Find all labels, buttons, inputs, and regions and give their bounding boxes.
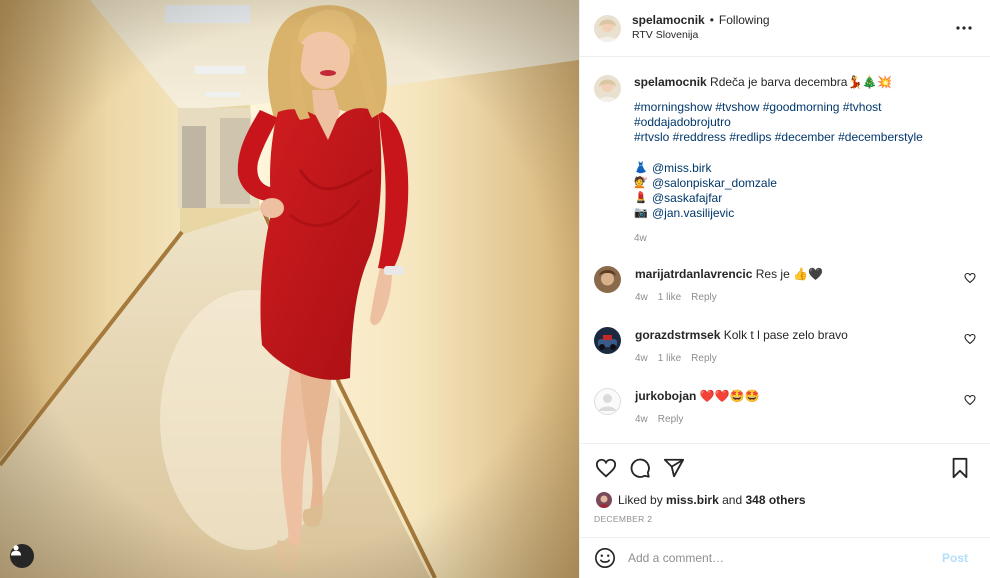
comment-bubble-icon [630, 458, 650, 478]
lipstick-emoji-icon: 💄 [634, 192, 648, 204]
author-username[interactable]: spelamocnik [632, 13, 705, 27]
default-avatar-image [594, 388, 621, 415]
comment-age[interactable]: 4w [635, 414, 648, 425]
credit-row: 💇 @salonpiskar_domzale [634, 176, 976, 191]
heart-icon [595, 458, 617, 477]
comment-meta: 4w Reply [635, 414, 976, 425]
commenter-avatar[interactable] [594, 266, 621, 293]
header-text: spelamocnik • Following RTV Slovenija [632, 13, 952, 43]
author-avatar[interactable] [594, 14, 621, 42]
caption-text: Rdeča je barva decembra [710, 75, 848, 89]
post-side-panel: spelamocnik • Following RTV Slovenija sp… [579, 0, 990, 578]
post-dialog: spelamocnik • Following RTV Slovenija sp… [0, 0, 990, 578]
bookmark-icon [952, 457, 968, 478]
like-comment-heart-icon[interactable] [964, 333, 976, 345]
hashtags-line-1[interactable]: #morningshow #tvshow #goodmorning #tvhos… [634, 100, 976, 130]
post-actions-bar [580, 443, 990, 491]
caption-hashtags: #morningshow #tvshow #goodmorning #tvhos… [634, 100, 976, 145]
comment-body: marijatrdanlavrencic Res je 👍🖤 4w 1 like… [635, 266, 976, 303]
caption-body: spelamocnik Rdeča je barva decembra💃🎄💥 #… [634, 75, 976, 246]
credit-row: 💄 @saskafajfar [634, 191, 976, 206]
tagged-users-button[interactable] [10, 544, 34, 568]
caption-credits: 👗 @miss.birk 💇 @salonpiskar_domzale 💄 @s… [634, 161, 976, 221]
separator-dot: • [709, 13, 714, 27]
commenter-username[interactable]: jurkobojan [635, 389, 696, 403]
more-dots-icon [956, 26, 972, 30]
comment-meta: 4w 1 like Reply [635, 353, 976, 364]
credit-mention[interactable]: @salonpiskar_domzale [652, 176, 777, 191]
user-tag-icon [11, 545, 21, 556]
comment-item: jurkobojan ❤️❤️🤩🤩 4w Reply [594, 388, 976, 425]
comment-text: Res je 👍🖤 [755, 267, 823, 281]
credit-mention[interactable]: @saskafajfar [652, 191, 722, 206]
post-location[interactable]: RTV Slovenija [632, 28, 952, 43]
like-comment-heart-icon[interactable] [964, 394, 976, 406]
following-button[interactable]: Following [719, 13, 770, 27]
post-photo[interactable] [0, 0, 579, 578]
comment-age[interactable]: 4w [635, 292, 648, 303]
comment-text: ❤️❤️🤩🤩 [699, 389, 760, 403]
credit-mention[interactable]: @jan.vasilijevic [652, 206, 734, 221]
comment-likes[interactable]: 1 like [658, 292, 681, 303]
comment-text: Kolk t l pase zelo bravo [723, 328, 848, 342]
commenter-username[interactable]: gorazdstrmsek [635, 328, 720, 342]
emoji-smiley-icon[interactable] [594, 547, 616, 569]
paper-plane-icon [663, 458, 685, 477]
credit-row: 📷 @jan.vasilijevic [634, 206, 976, 221]
post-header: spelamocnik • Following RTV Slovenija [580, 0, 990, 57]
save-button[interactable] [948, 456, 972, 480]
caption-username[interactable]: spelamocnik [634, 75, 707, 89]
post-date[interactable]: DECEMBER 2 [580, 509, 990, 537]
liked-by-others[interactable]: 348 others [745, 493, 805, 507]
hashtags-line-2[interactable]: #rtvslo #reddress #redlips #december #de… [634, 130, 976, 145]
hairdresser-emoji-icon: 💇 [634, 177, 648, 189]
avatar-image [594, 75, 621, 102]
comment-item: marijatrdanlavrencic Res je 👍🖤 4w 1 like… [594, 266, 976, 303]
caption-avatar[interactable] [594, 75, 621, 102]
comment-input[interactable] [628, 551, 942, 565]
liked-by-prefix: Liked by [618, 493, 663, 507]
comment-likes[interactable]: 1 like [658, 353, 681, 364]
avatar-image [594, 14, 621, 42]
liked-by-and: and [722, 493, 743, 507]
credit-row: 👗 @miss.birk [634, 161, 976, 176]
caption-emojis: 💃🎄💥 [847, 75, 893, 89]
add-comment-bar: Post [580, 537, 990, 578]
comment-body: jurkobojan ❤️❤️🤩🤩 4w Reply [635, 388, 976, 425]
dress-emoji-icon: 👗 [634, 162, 648, 174]
avatar-image [594, 327, 621, 354]
more-options-button[interactable] [952, 16, 976, 40]
commenter-username[interactable]: marijatrdanlavrencic [635, 267, 752, 281]
comment-age[interactable]: 4w [635, 353, 648, 364]
reply-button[interactable]: Reply [658, 414, 684, 425]
commenter-avatar[interactable] [594, 388, 621, 415]
liker-avatar[interactable] [596, 492, 612, 508]
commenter-avatar[interactable] [594, 327, 621, 354]
comment-item: gorazdstrmsek Kolk t l pase zelo bravo 4… [594, 327, 976, 364]
comment-meta: 4w 1 like Reply [635, 292, 976, 303]
reply-button[interactable]: Reply [691, 353, 717, 364]
avatar-image [594, 266, 621, 293]
liked-by-user[interactable]: miss.birk [666, 493, 719, 507]
reply-button[interactable]: Reply [691, 292, 717, 303]
post-comment-button[interactable]: Post [942, 551, 968, 565]
camera-emoji-icon: 📷 [634, 207, 648, 219]
comment-body: gorazdstrmsek Kolk t l pase zelo bravo 4… [635, 327, 976, 364]
hallway-photo [0, 0, 579, 578]
comments-scroll-area[interactable]: spelamocnik Rdeča je barva decembra💃🎄💥 #… [580, 57, 990, 443]
share-button[interactable] [662, 456, 686, 480]
credit-mention[interactable]: @miss.birk [652, 161, 712, 176]
like-button[interactable] [594, 456, 618, 480]
caption-age[interactable]: 4w [634, 231, 976, 246]
comment-button[interactable] [628, 456, 652, 480]
avatar-image [596, 492, 612, 508]
likes-summary: Liked by miss.birk and 348 others [580, 491, 990, 509]
post-caption: spelamocnik Rdeča je barva decembra💃🎄💥 #… [594, 75, 976, 246]
like-comment-heart-icon[interactable] [964, 272, 976, 284]
